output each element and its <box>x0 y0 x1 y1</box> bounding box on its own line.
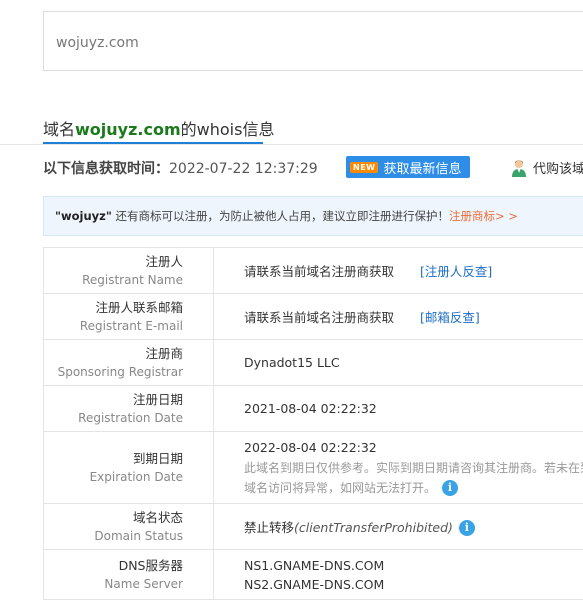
title-domain: wojuyz.com <box>75 120 181 139</box>
table-row: DNS服务器 Name Server NS1.GNAME-DNS.COM NS2… <box>43 549 583 600</box>
page-title: 域名wojuyz.com的whois信息 <box>43 116 274 140</box>
label-en: Expiration Date <box>89 469 183 484</box>
info-icon[interactable]: i <box>458 520 475 537</box>
row-label: 注册人联系邮箱 Registrant E-mail <box>43 293 214 340</box>
expiration-note-line1: 此域名到期日仅供参考。实际到期日期请咨询其注册商。若未在到期日 <box>244 460 583 475</box>
notice-text: 还有商标可以注册，为防止被他人占用，建议立即注册进行保护！ <box>111 209 449 223</box>
fetch-time: 2022-07-22 12:37:29 <box>169 161 318 177</box>
table-row: 注册人联系邮箱 Registrant E-mail 请联系当前域名注册商获取 [邮… <box>43 293 583 340</box>
fetch-row: 以下信息获取时间：2022-07-22 12:37:29 NEW 获取最新信息 … <box>43 156 583 180</box>
label-en: Domain Status <box>94 528 183 543</box>
row-value: 禁止转移(clientTransferProhibited) i <box>213 503 583 550</box>
table-row: 域名状态 Domain Status 禁止转移(clientTransferPr… <box>43 503 583 550</box>
row-value: NS1.GNAME-DNS.COM NS2.GNAME-DNS.COM <box>213 549 583 600</box>
row-label: 注册人 Registrant Name <box>43 247 214 294</box>
expiration-note-text: 域名访问将异常，如网站无法打开。 <box>244 480 437 495</box>
row-value: Dynadot15 LLC <box>213 339 583 386</box>
agent-icon <box>512 159 526 177</box>
title-suffix: 的whois信息 <box>180 120 275 139</box>
row-label: 注册日期 Registration Date <box>43 385 214 432</box>
registration-date-value: 2021-08-04 02:22:32 <box>244 401 377 416</box>
row-value: 2021-08-04 02:22:32 <box>213 385 583 432</box>
row-label: DNS服务器 Name Server <box>43 549 214 600</box>
title-prefix: 域名 <box>43 120 76 139</box>
new-badge: NEW <box>350 161 379 173</box>
label-en: Registration Date <box>78 410 183 425</box>
whois-table: 注册人 Registrant Name 请联系当前域名注册商获取 [注册人反查] … <box>43 247 583 600</box>
info-icon[interactable]: i <box>442 480 459 496</box>
label-en: Name Server <box>104 576 183 591</box>
row-value: 2022-08-04 02:22:32 此域名到期日仅供参考。实际到期日期请咨询… <box>213 431 583 504</box>
table-row: 到期日期 Expiration Date 2022-08-04 02:22:32… <box>43 431 583 504</box>
label-en: Sponsoring Registrar <box>57 364 183 379</box>
buy-domain-label: 代购该域 <box>533 162 583 177</box>
label-en: Registrant Name <box>82 272 183 287</box>
email-reverse-link[interactable]: [邮箱反查] <box>420 310 480 325</box>
table-row: 注册日期 Registration Date 2021-08-04 02:22:… <box>43 385 583 432</box>
notice-domain: "wojuyz" <box>55 209 112 223</box>
registrant-name-value: 请联系当前域名注册商获取 <box>244 264 395 279</box>
search-input[interactable] <box>54 30 578 56</box>
registrant-email-value: 请联系当前域名注册商获取 <box>244 310 395 325</box>
label-cn: 注册人联系邮箱 <box>95 299 183 315</box>
label-cn: 到期日期 <box>132 450 183 466</box>
name-server-2: NS2.GNAME-DNS.COM <box>244 576 385 592</box>
domain-status-cn: 禁止转移 <box>244 519 295 535</box>
buy-domain-link[interactable]: 代购该域 <box>511 158 583 177</box>
row-label: 注册商 Sponsoring Registrar <box>43 339 214 386</box>
expiration-note-line2: 域名访问将异常，如网站无法打开。 i <box>244 478 583 498</box>
table-row: 注册商 Sponsoring Registrar Dynadot15 LLC <box>43 339 583 386</box>
row-value: 请联系当前域名注册商获取 [邮箱反查] <box>213 293 583 340</box>
title-divider <box>0 144 583 145</box>
refresh-label: 获取最新信息 <box>383 161 462 177</box>
fetch-time-label: 以下信息获取时间： <box>43 161 169 177</box>
domain-status-en: (clientTransferProhibited) <box>294 519 453 535</box>
label-cn: 注册日期 <box>132 391 183 407</box>
expiration-date-value: 2022-08-04 02:22:32 <box>244 439 377 455</box>
row-label: 域名状态 Domain Status <box>43 503 214 550</box>
row-label: 到期日期 Expiration Date <box>43 431 214 504</box>
refresh-button[interactable]: NEW 获取最新信息 <box>346 156 470 178</box>
label-cn: 注册商 <box>145 345 183 361</box>
registrar-value: Dynadot15 LLC <box>244 355 340 370</box>
whois-panel: 域名wojuyz.com的whois信息 以下信息获取时间：2022-07-22… <box>0 0 583 600</box>
search-box <box>43 11 583 71</box>
registrant-reverse-link[interactable]: [注册人反查] <box>420 264 492 279</box>
label-cn: 域名状态 <box>132 509 183 525</box>
label-cn: 注册人 <box>145 253 183 269</box>
name-server-1: NS1.GNAME-DNS.COM <box>244 557 385 573</box>
row-value: 请联系当前域名注册商获取 [注册人反查] <box>213 247 583 294</box>
trademark-notice: "wojuyz" 还有商标可以注册，为防止被他人占用，建议立即注册进行保护！注册… <box>43 196 583 236</box>
register-trademark-link[interactable]: 注册商标> > <box>449 209 518 223</box>
table-row: 注册人 Registrant Name 请联系当前域名注册商获取 [注册人反查] <box>43 247 583 294</box>
label-cn: DNS服务器 <box>118 557 183 573</box>
label-en: Registrant E-mail <box>79 318 183 333</box>
